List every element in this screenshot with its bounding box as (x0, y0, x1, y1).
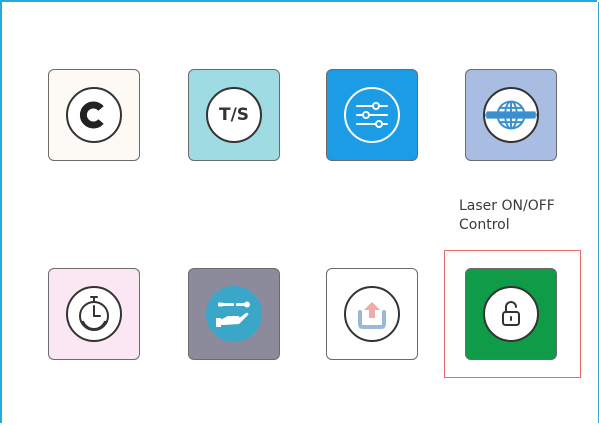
upload-circle (344, 286, 400, 342)
settings-button[interactable] (326, 69, 418, 161)
network-circle (483, 87, 539, 143)
network-button[interactable] (465, 69, 557, 161)
laser-label-line1: Laser ON/OFF (459, 198, 555, 214)
ts-letter-icon: T/S (218, 105, 250, 125)
c-circle (66, 87, 122, 143)
timer-button[interactable] (48, 268, 140, 360)
upload-icon (358, 302, 386, 329)
laser-label-line2: Control (459, 217, 510, 233)
ts-button[interactable]: T/S (188, 69, 280, 161)
unlock-icon (502, 301, 520, 326)
laser-circle (483, 286, 539, 342)
laser-label: Laser ON/OFF Control (459, 197, 589, 235)
ts-circle: T/S (206, 87, 262, 143)
settings-circle (344, 87, 400, 143)
timer-circle (66, 286, 122, 342)
sliders-icon (356, 102, 388, 128)
stopwatch-icon (79, 296, 109, 331)
service-button[interactable] (188, 268, 280, 360)
upload-button[interactable] (326, 268, 418, 360)
laser-control-button[interactable] (465, 268, 557, 360)
globe-icon (485, 100, 537, 130)
service-circle (206, 286, 262, 342)
c-mode-button[interactable] (48, 69, 140, 161)
c-letter-icon (79, 101, 104, 129)
tools-hand-icon (216, 301, 250, 327)
